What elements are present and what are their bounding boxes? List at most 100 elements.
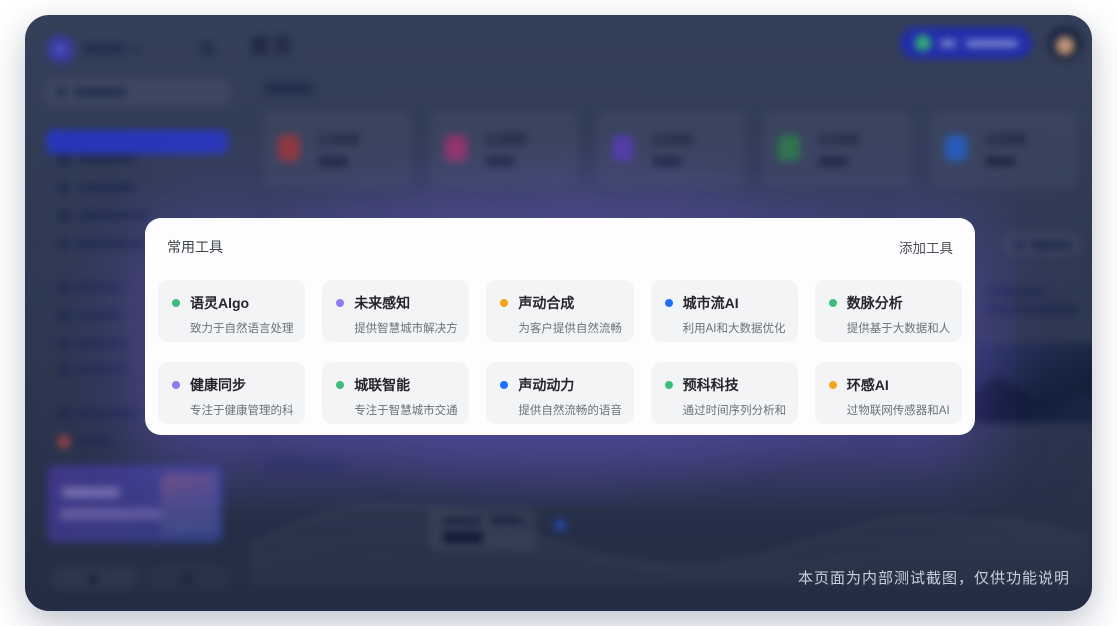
tool-description: 专注于健康管理的科技公司...: [172, 402, 293, 418]
tool-description: 提供基于大数据和人工智能...: [829, 320, 950, 336]
promo-title: [62, 487, 120, 498]
stat-label: [985, 157, 1015, 166]
tool-card[interactable]: 环感AI 过物联网传感器和AI模型实...: [815, 362, 962, 424]
page-title: 首页: [250, 30, 294, 59]
heart-icon: [445, 135, 467, 161]
modal-header: 常用工具 添加工具: [158, 238, 962, 256]
brand-name: [82, 44, 126, 54]
credits-count: [940, 40, 956, 47]
chevron-down-icon: [132, 47, 141, 53]
search-icon: [57, 87, 67, 97]
footer-icon: [89, 574, 98, 584]
credits-label: [966, 40, 1018, 47]
menu-label: [78, 365, 126, 374]
stat-label: [485, 157, 515, 166]
trend-icon: [778, 135, 800, 161]
sidebar-search-input[interactable]: [44, 78, 231, 106]
tooltip-value: [443, 532, 483, 543]
common-tools-modal: 常用工具 添加工具 语灵Algo 致力于自然语言处理技术的... 未来感知 提供…: [145, 218, 975, 435]
tool-status-dot: [336, 381, 344, 389]
tool-card[interactable]: 健康同步 专注于健康管理的科技公司...: [158, 362, 305, 424]
panel-photo: [955, 343, 1092, 423]
globe-icon: [945, 135, 967, 161]
brand-logo: [46, 35, 75, 64]
tool-status-dot: [336, 299, 344, 307]
tool-card-header: 环感AI: [829, 375, 950, 395]
modal-title: 常用工具: [167, 237, 223, 257]
tool-name: 城市流AI: [683, 293, 739, 313]
tool-card[interactable]: 声动合成 为客户提供自然流畅的语音...: [486, 280, 633, 342]
tool-status-dot: [829, 381, 837, 389]
chart-data-point: [556, 521, 565, 530]
add-tool-button[interactable]: 添加工具: [899, 237, 953, 257]
menu-icon: [58, 210, 70, 222]
tool-card[interactable]: 语灵Algo 致力于自然语言处理技术的...: [158, 280, 305, 342]
tool-card[interactable]: 声动动力 提供自然流畅的语音交互解...: [486, 362, 633, 424]
tool-name: 声动动力: [518, 375, 574, 395]
menu-label: [78, 437, 112, 446]
promo-card[interactable]: [47, 465, 223, 543]
tool-card-header: 健康同步: [172, 375, 293, 395]
menu-label: [78, 311, 122, 320]
tool-card-header: 数脉分析: [829, 293, 950, 313]
tool-status-dot: [172, 299, 180, 307]
alert-icon: [278, 135, 300, 161]
sidebar-item-active[interactable]: [46, 130, 228, 154]
panel-text: [983, 305, 1079, 314]
disclaimer-caption: 本页面为内部测试截图，仅供功能说明: [798, 567, 1070, 588]
tool-card-header: 语灵Algo: [172, 293, 293, 313]
tool-status-dot: [500, 299, 508, 307]
stats-section-title: [265, 83, 313, 94]
tool-description: 过物联网传感器和AI模型实...: [829, 402, 950, 418]
menu-icon: [58, 364, 70, 376]
tool-name: 健康同步: [190, 375, 246, 395]
chart-tooltip: [430, 508, 536, 550]
menu-icon: [58, 182, 70, 194]
stat-value: 1289: [985, 130, 1027, 150]
tool-card-header: 声动动力: [500, 375, 621, 395]
menu-label: [78, 183, 136, 192]
stat-card: 1289: [263, 110, 411, 188]
tooltip-date: [490, 518, 522, 524]
tool-name: 数脉分析: [847, 293, 903, 313]
tool-card-header: 声动合成: [500, 293, 621, 313]
stat-card: 1289: [430, 110, 578, 188]
tool-name: 城联智能: [354, 375, 410, 395]
tool-card[interactable]: 城联智能 专注于智慧城市交通解决方...: [322, 362, 469, 424]
tool-name: 预科科技: [683, 375, 739, 395]
sidebar-item[interactable]: [58, 153, 218, 167]
coin-icon: [915, 35, 931, 51]
tools-icon: [1014, 240, 1024, 250]
tool-card[interactable]: 城市流AI 利用AI和大数据优化交通流...: [651, 280, 798, 342]
tool-description: 致力于自然语言处理技术的...: [172, 320, 293, 336]
menu-label: [78, 283, 122, 292]
stat-value: 1289: [818, 130, 860, 150]
promo-image: [161, 473, 217, 535]
credits-button[interactable]: [900, 27, 1032, 59]
view-tools-button[interactable]: [1003, 233, 1081, 255]
tool-card-header: 城联智能: [336, 375, 457, 395]
tool-card-header: 城市流AI: [665, 293, 786, 313]
tool-status-dot: [665, 299, 673, 307]
tool-card[interactable]: 未来感知 提供智慧城市解决方案的创...: [322, 280, 469, 342]
sidebar-item[interactable]: [58, 181, 218, 195]
tool-status-dot: [172, 381, 180, 389]
tool-card-header: 预科科技: [665, 375, 786, 395]
menu-label: [78, 409, 140, 418]
sidebar-item[interactable]: [58, 435, 218, 449]
stat-label: [652, 157, 682, 166]
panel-text: [985, 287, 1043, 297]
search-placeholder: [74, 88, 126, 96]
mountain-image: [955, 369, 1092, 423]
stat-card: 1289: [597, 110, 745, 188]
tool-card[interactable]: 预科科技 通过时间序列分析和机器学...: [651, 362, 798, 424]
tool-status-dot: [500, 381, 508, 389]
tool-description: 为客户提供自然流畅的语音...: [500, 320, 621, 336]
tool-card[interactable]: 数脉分析 提供基于大数据和人工智能...: [815, 280, 962, 342]
tool-description: 专注于智慧城市交通解决方...: [336, 402, 457, 418]
menu-icon: [58, 238, 70, 250]
sound-icon: [612, 135, 634, 161]
tool-grid: 语灵Algo 致力于自然语言处理技术的... 未来感知 提供智慧城市解决方案的创…: [158, 280, 962, 424]
sidebar-collapse-icon[interactable]: [201, 42, 214, 55]
user-avatar[interactable]: [1048, 26, 1082, 60]
